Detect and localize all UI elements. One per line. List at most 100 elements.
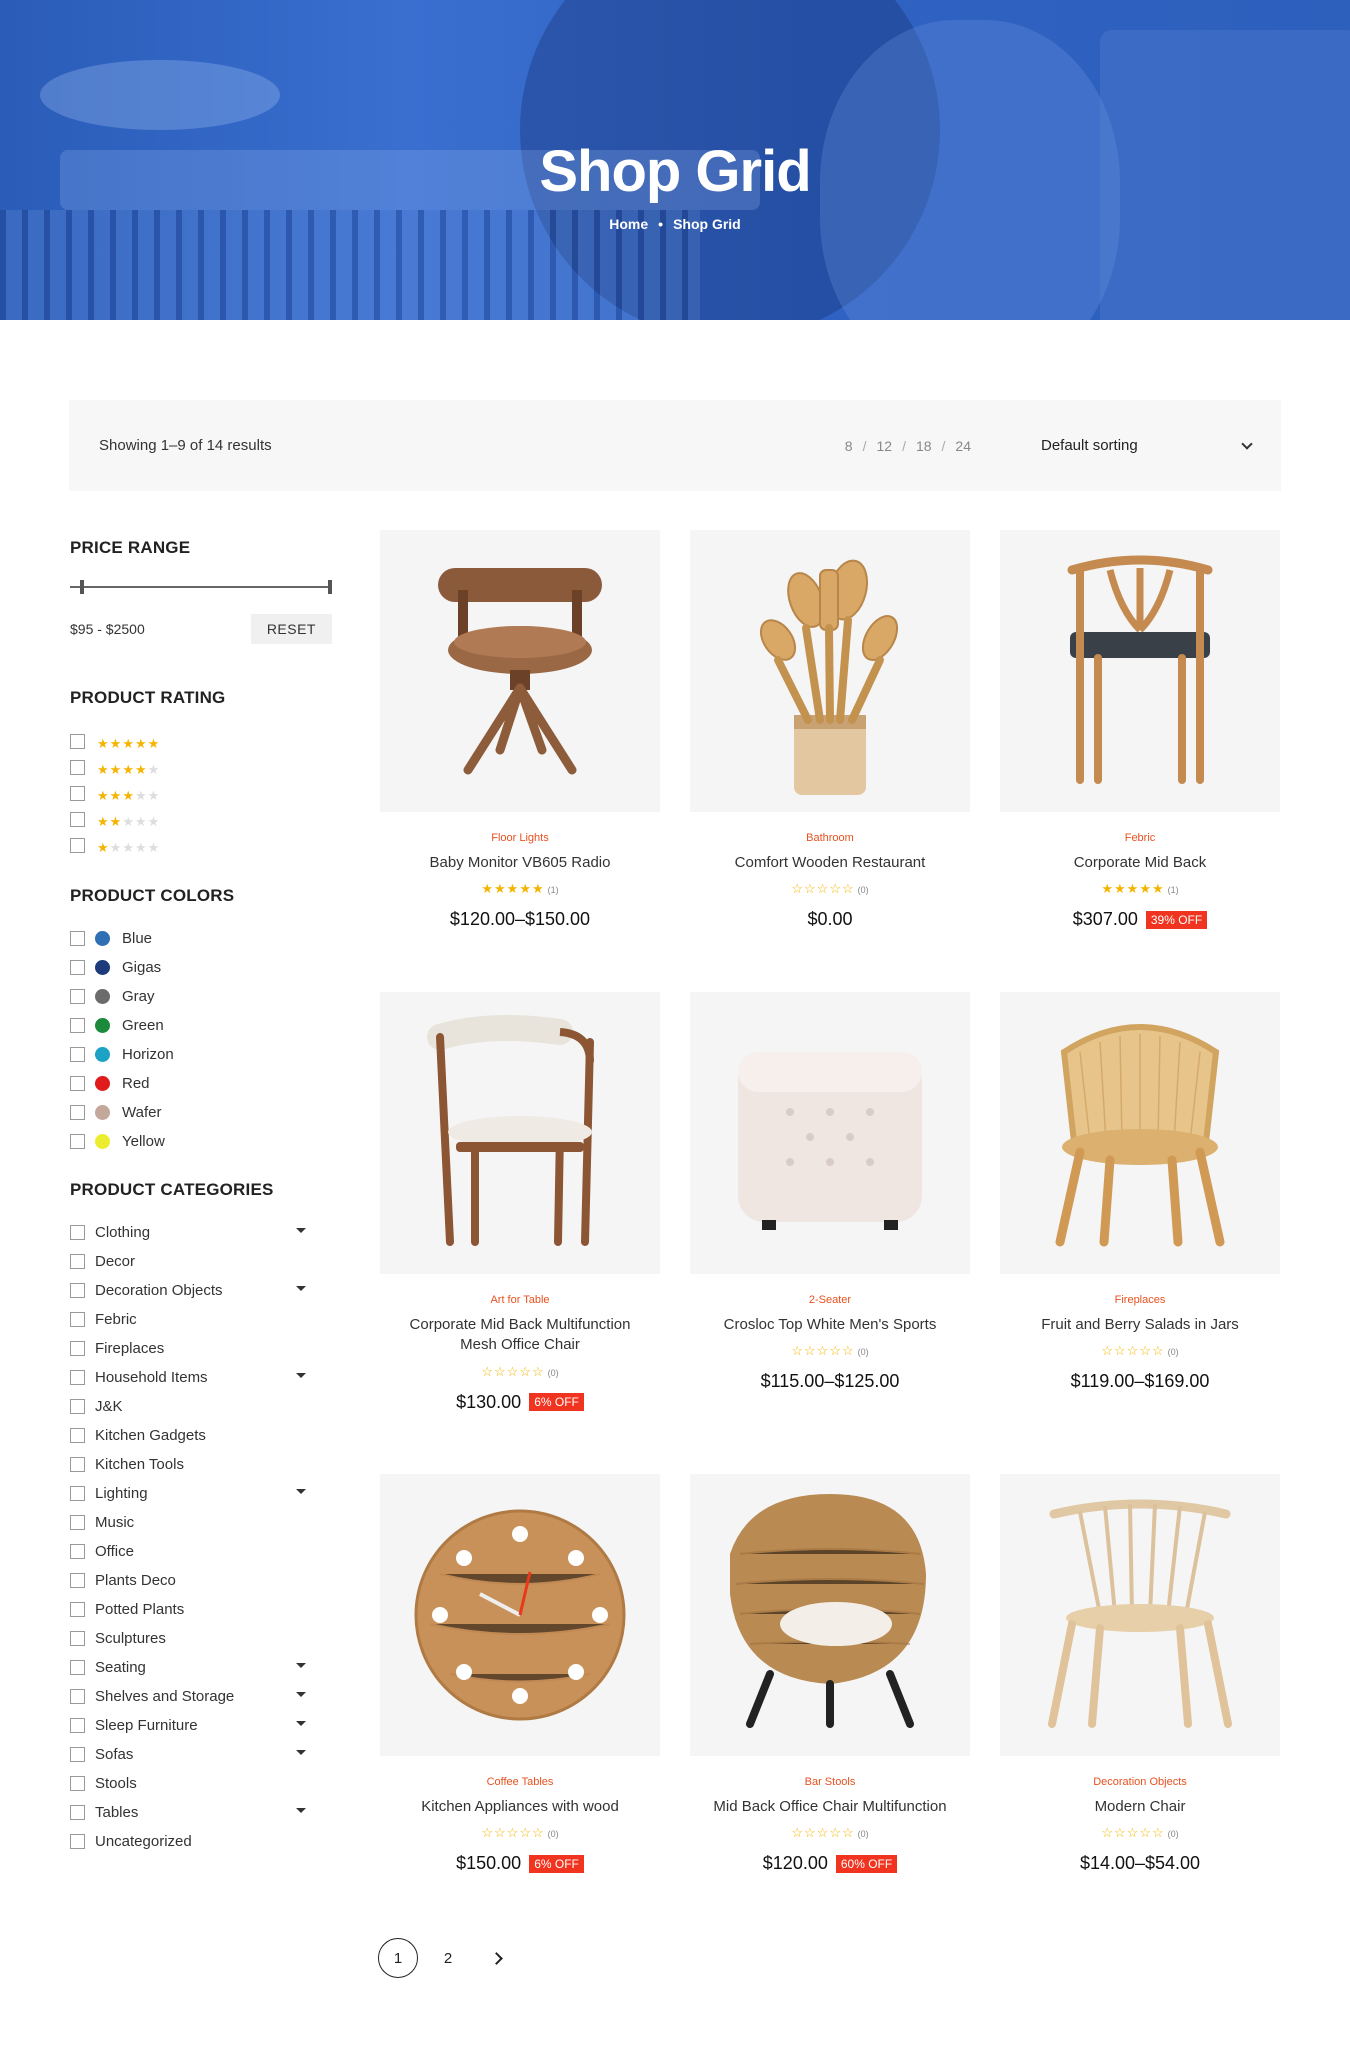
product-card[interactable]: Fireplaces Fruit and Berry Salads in Jars… xyxy=(1000,992,1280,1392)
product-name[interactable]: Fruit and Berry Salads in Jars xyxy=(1000,1315,1280,1335)
caret-down-icon[interactable] xyxy=(296,1721,306,1726)
category-filter-item[interactable]: Stools xyxy=(70,1769,332,1798)
color-checkbox[interactable] xyxy=(70,1105,85,1120)
color-checkbox[interactable] xyxy=(70,1076,85,1091)
color-filter-item[interactable]: Blue xyxy=(70,924,332,953)
product-card[interactable]: Decoration Objects Modern Chair ☆☆☆☆☆ (0) $1… xyxy=(1000,1474,1280,1874)
product-name[interactable]: Kitchen Appliances with wood xyxy=(380,1797,660,1817)
page-1[interactable]: 1 xyxy=(378,1938,418,1978)
category-checkbox[interactable] xyxy=(70,1283,85,1298)
per-page-option[interactable]: 18 xyxy=(916,438,932,454)
category-filter-item[interactable]: Fireplaces xyxy=(70,1334,332,1363)
category-checkbox[interactable] xyxy=(70,1631,85,1646)
category-filter-item[interactable]: Household Items xyxy=(70,1363,332,1392)
product-name[interactable]: Comfort Wooden Restaurant xyxy=(690,853,970,873)
product-name[interactable]: Corporate Mid Back Multifunction Mesh Of… xyxy=(380,1315,660,1356)
category-checkbox[interactable] xyxy=(70,1399,85,1414)
product-image[interactable] xyxy=(690,992,970,1274)
product-image[interactable] xyxy=(380,992,660,1274)
category-checkbox[interactable] xyxy=(70,1660,85,1675)
caret-down-icon[interactable] xyxy=(296,1808,306,1813)
caret-down-icon[interactable] xyxy=(296,1373,306,1378)
product-card[interactable]: Febric Corporate Mid Back ★★★★★ (1) $307.00 3… xyxy=(1000,530,1280,930)
caret-down-icon[interactable] xyxy=(296,1663,306,1668)
page-2[interactable]: 2 xyxy=(428,1938,468,1978)
category-checkbox[interactable] xyxy=(70,1689,85,1704)
reset-button[interactable]: RESET xyxy=(250,614,332,644)
color-checkbox[interactable] xyxy=(70,1134,85,1149)
category-checkbox[interactable] xyxy=(70,1805,85,1820)
category-filter-item[interactable]: Decor xyxy=(70,1247,332,1276)
rating-checkbox[interactable] xyxy=(70,837,85,853)
category-checkbox[interactable] xyxy=(70,1225,85,1240)
category-checkbox[interactable] xyxy=(70,1370,85,1385)
rating-filter-1[interactable]: ★★★★★ xyxy=(70,832,332,858)
category-checkbox[interactable] xyxy=(70,1515,85,1530)
category-filter-item[interactable]: Sofas xyxy=(70,1740,332,1769)
category-checkbox[interactable] xyxy=(70,1602,85,1617)
category-filter-item[interactable]: Clothing xyxy=(70,1218,332,1247)
product-image[interactable] xyxy=(380,1474,660,1756)
product-name[interactable]: Crosloc Top White Men's Sports xyxy=(690,1315,970,1335)
category-filter-item[interactable]: Decoration Objects xyxy=(70,1276,332,1305)
product-image[interactable] xyxy=(1000,1474,1280,1756)
product-category[interactable]: 2-Seater xyxy=(690,1294,970,1306)
product-category[interactable]: Bathroom xyxy=(690,832,970,844)
category-checkbox[interactable] xyxy=(70,1573,85,1588)
color-filter-item[interactable]: Green xyxy=(70,1011,332,1040)
product-category[interactable]: Coffee Tables xyxy=(380,1776,660,1788)
category-filter-item[interactable]: Febric xyxy=(70,1305,332,1334)
product-card[interactable]: 2-Seater Crosloc Top White Men's Sports ☆☆… xyxy=(690,992,970,1392)
caret-down-icon[interactable] xyxy=(296,1228,306,1233)
category-filter-item[interactable]: Kitchen Gadgets xyxy=(70,1421,332,1450)
category-checkbox[interactable] xyxy=(70,1776,85,1791)
color-filter-item[interactable]: Red xyxy=(70,1069,332,1098)
category-checkbox[interactable] xyxy=(70,1486,85,1501)
per-page-option[interactable]: 12 xyxy=(876,438,892,454)
caret-down-icon[interactable] xyxy=(296,1489,306,1494)
product-name[interactable]: Baby Monitor VB605 Radio xyxy=(380,853,660,873)
category-filter-item[interactable]: Uncategorized xyxy=(70,1827,332,1856)
rating-filter-5[interactable]: ★★★★★ xyxy=(70,728,332,754)
product-image[interactable] xyxy=(690,1474,970,1756)
product-category[interactable]: Bar Stools xyxy=(690,1776,970,1788)
color-filter-item[interactable]: Wafer xyxy=(70,1098,332,1127)
category-checkbox[interactable] xyxy=(70,1747,85,1762)
next-page-button[interactable] xyxy=(478,1938,518,1978)
caret-down-icon[interactable] xyxy=(296,1750,306,1755)
category-filter-item[interactable]: Music xyxy=(70,1508,332,1537)
product-card[interactable]: Art for Table Corporate Mid Back Multifun… xyxy=(380,992,660,1413)
product-image[interactable] xyxy=(1000,530,1280,812)
product-category[interactable]: Floor Lights xyxy=(380,832,660,844)
category-filter-item[interactable]: Sleep Furniture xyxy=(70,1711,332,1740)
color-checkbox[interactable] xyxy=(70,989,85,1004)
color-checkbox[interactable] xyxy=(70,960,85,975)
product-name[interactable]: Corporate Mid Back xyxy=(1000,853,1280,873)
category-checkbox[interactable] xyxy=(70,1312,85,1327)
category-checkbox[interactable] xyxy=(70,1834,85,1849)
category-filter-item[interactable]: Office xyxy=(70,1537,332,1566)
category-filter-item[interactable]: J&K xyxy=(70,1392,332,1421)
product-card[interactable]: Coffee Tables Kitchen Appliances with woo… xyxy=(380,1474,660,1874)
product-category[interactable]: Art for Table xyxy=(380,1294,660,1306)
color-filter-item[interactable]: Gray xyxy=(70,982,332,1011)
caret-down-icon[interactable] xyxy=(296,1286,306,1291)
per-page-option[interactable]: 24 xyxy=(955,438,971,454)
product-card[interactable]: Floor Lights Baby Monitor VB605 Radio ★★★★… xyxy=(380,530,660,930)
category-filter-item[interactable]: Lighting xyxy=(70,1479,332,1508)
category-filter-item[interactable]: Potted Plants xyxy=(70,1595,332,1624)
slider-handle-min[interactable] xyxy=(80,580,84,594)
product-card[interactable]: Bar Stools Mid Back Office Chair Multifun… xyxy=(690,1474,970,1874)
per-page-option[interactable]: 8 xyxy=(845,438,853,454)
product-image[interactable] xyxy=(380,530,660,812)
category-filter-item[interactable]: Kitchen Tools xyxy=(70,1450,332,1479)
breadcrumb-home[interactable]: Home xyxy=(609,216,648,232)
category-filter-item[interactable]: Shelves and Storage xyxy=(70,1682,332,1711)
category-checkbox[interactable] xyxy=(70,1718,85,1733)
product-category[interactable]: Febric xyxy=(1000,832,1280,844)
product-category[interactable]: Decoration Objects xyxy=(1000,1776,1280,1788)
product-image[interactable] xyxy=(690,530,970,812)
rating-filter-4[interactable]: ★★★★★ xyxy=(70,754,332,780)
product-name[interactable]: Mid Back Office Chair Multifunction xyxy=(690,1797,970,1817)
rating-checkbox[interactable] xyxy=(70,785,85,801)
